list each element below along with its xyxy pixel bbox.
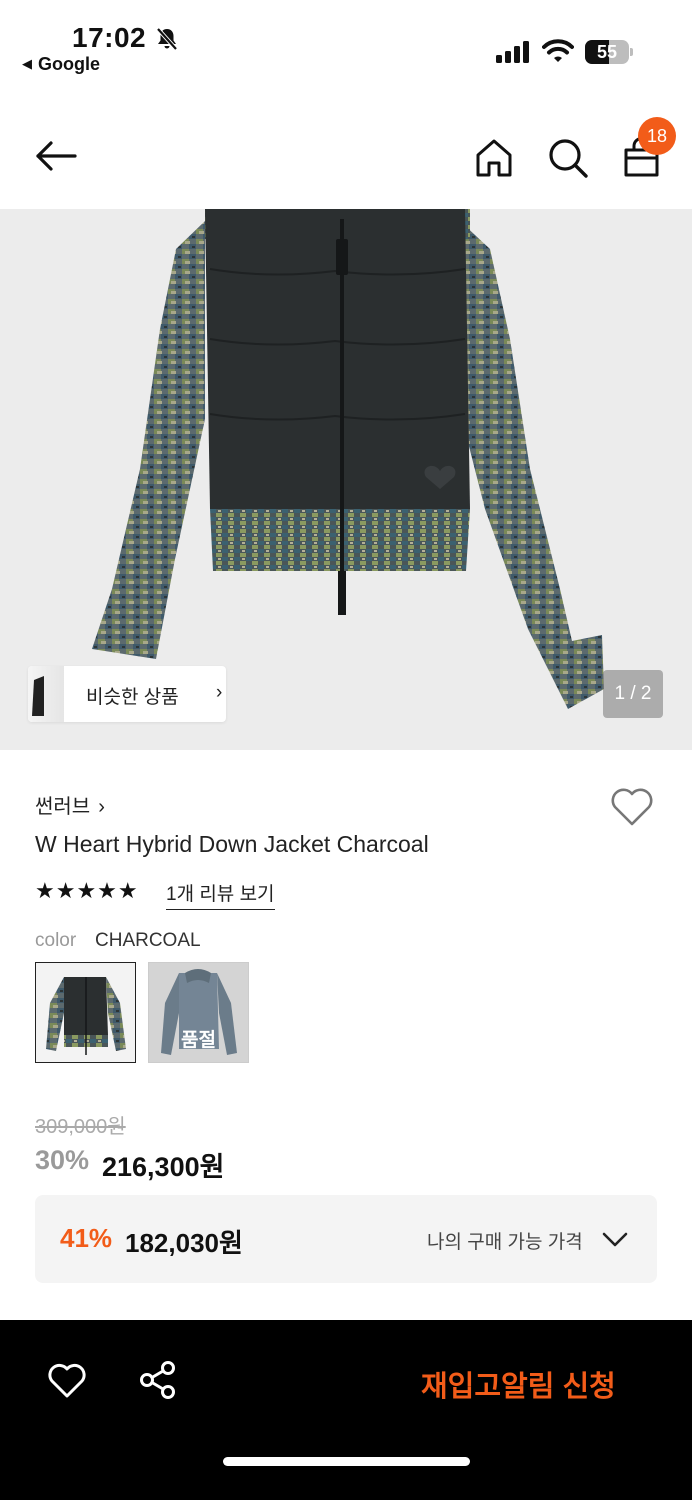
back-app-label: Google — [38, 54, 100, 74]
cart-count-badge: 18 — [638, 117, 676, 155]
soldout-label: 품절 — [181, 1030, 216, 1051]
battery-level: 55 — [596, 42, 618, 62]
signal-icon — [496, 41, 529, 63]
my-price-label: 나의 구매 가능 가격 — [427, 1232, 583, 1253]
status-bar: 17:02 ◀ Google 55 — [0, 0, 692, 90]
home-icon[interactable] — [472, 136, 516, 180]
similar-product-thumbnail — [28, 666, 64, 722]
bottom-action-bar: 재입고알림 신청 — [0, 1320, 692, 1500]
back-triangle-icon: ◀ — [22, 56, 32, 71]
search-icon[interactable] — [546, 136, 590, 180]
heart-icon[interactable] — [609, 786, 655, 828]
battery-icon: 55 — [585, 40, 633, 64]
bell-slash-icon — [156, 27, 178, 51]
my-price: 182,030원 — [125, 1228, 243, 1258]
swatch-image — [46, 977, 126, 1055]
heart-icon[interactable] — [47, 1362, 87, 1400]
product-title: W Heart Hybrid Down Jacket Charcoal — [35, 831, 429, 857]
my-price-box[interactable]: 41% 182,030원 나의 구매 가능 가격 — [35, 1195, 657, 1283]
back-arrow-icon[interactable] — [34, 134, 78, 178]
back-to-app[interactable]: ◀ Google — [22, 54, 100, 75]
original-price: 309,000원 — [35, 1116, 126, 1138]
similar-products-button[interactable]: 비슷한 상품 › — [28, 666, 226, 722]
discount-percent: 30% — [35, 1145, 90, 1175]
chevron-right-icon: › — [216, 682, 223, 703]
brand-link[interactable]: 썬러브 › — [35, 790, 105, 819]
my-discount-percent: 41% — [60, 1223, 113, 1253]
wifi-icon — [542, 39, 574, 62]
color-swatch-charcoal[interactable] — [35, 962, 136, 1063]
home-indicator — [223, 1457, 470, 1466]
color-label: color — [35, 930, 77, 951]
image-page-counter: 1 / 2 — [603, 670, 663, 718]
color-value: CHARCOAL — [95, 930, 201, 951]
star-rating: ★★★★★ — [35, 878, 139, 903]
restock-alert-button[interactable]: 재입고알림 신청 — [421, 1363, 616, 1405]
review-link[interactable]: 1개 리뷰 보기 — [166, 879, 275, 910]
color-swatch-soldout[interactable]: 품절 — [148, 962, 249, 1063]
similar-products-label: 비슷한 상품 — [86, 687, 179, 708]
chevron-right-icon: › — [98, 796, 105, 818]
status-time: 17:02 — [72, 22, 147, 53]
chevron-down-icon — [602, 1232, 628, 1247]
brand-name: 썬러브 — [35, 796, 91, 818]
share-icon[interactable] — [138, 1360, 178, 1400]
sale-price: 216,300원 — [102, 1152, 225, 1182]
